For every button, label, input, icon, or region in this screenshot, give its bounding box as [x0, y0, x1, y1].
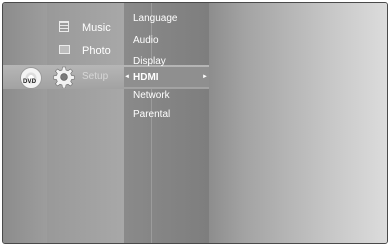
- category-setup[interactable]: Setup: [82, 71, 108, 82]
- left-arrow-icon: ◄: [124, 74, 130, 80]
- submenu-item-parental[interactable]: Parental: [133, 109, 170, 120]
- category-column: [47, 3, 125, 243]
- menu-screen: DVD Music Photo Setup Language Audio Dis…: [2, 2, 388, 244]
- media-column: [3, 3, 48, 243]
- right-arrow-icon: ►: [202, 74, 208, 80]
- submenu-item-hdmi[interactable]: HDMI: [133, 72, 159, 83]
- photo-icon: [59, 45, 70, 54]
- dvd-disc-icon[interactable]: [20, 67, 42, 89]
- submenu-item-language[interactable]: Language: [133, 13, 178, 24]
- detail-panel: [209, 3, 387, 243]
- category-music[interactable]: Music: [82, 22, 111, 34]
- disc-label: DVD: [23, 79, 37, 85]
- music-icon: [59, 21, 69, 32]
- submenu-item-audio[interactable]: Audio: [133, 35, 159, 46]
- submenu-item-network[interactable]: Network: [133, 90, 170, 101]
- submenu-item-display[interactable]: Display: [133, 56, 166, 67]
- gear-icon: [53, 66, 75, 88]
- category-photo[interactable]: Photo: [82, 45, 111, 57]
